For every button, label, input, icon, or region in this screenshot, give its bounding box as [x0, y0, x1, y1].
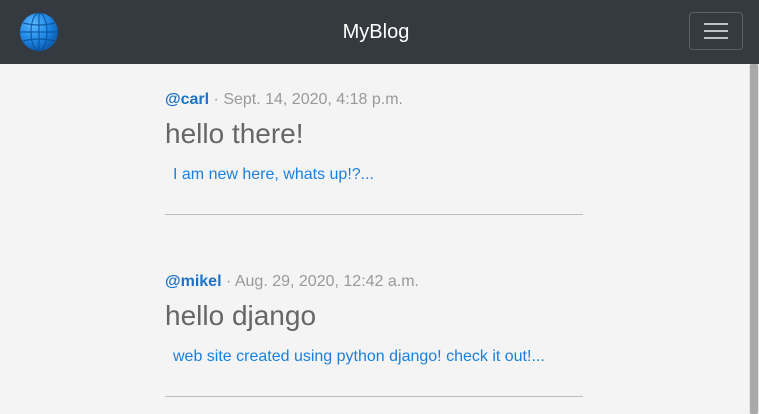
scrollbar[interactable] [749, 64, 759, 414]
post-date: Sept. 14, 2020, 4:18 p.m. [223, 91, 403, 108]
post-excerpt-link[interactable]: I am new here, whats up!?... [165, 165, 583, 185]
meta-separator: · [225, 273, 235, 290]
post-meta: @mikel · Aug. 29, 2020, 12:42 a.m. [165, 272, 583, 292]
post-title: hello django [165, 300, 317, 331]
hamburger-menu-icon [704, 23, 728, 39]
post-excerpt-link[interactable]: web site created using python django! ch… [165, 347, 583, 367]
navbar: MyBlog [0, 0, 759, 64]
post-date: Aug. 29, 2020, 12:42 a.m. [234, 273, 419, 290]
meta-separator: · [213, 91, 224, 108]
post-divider [165, 396, 583, 397]
post-divider [165, 214, 583, 215]
post-item: @carl · Sept. 14, 2020, 4:18 p.m. hello … [165, 90, 583, 215]
scrollbar-thumb[interactable] [750, 64, 758, 414]
menu-toggle-button[interactable] [689, 12, 743, 50]
post-title: hello there! [165, 118, 304, 149]
post-author-link[interactable]: @carl [165, 91, 209, 108]
site-title[interactable]: MyBlog [0, 0, 752, 64]
post-meta: @carl · Sept. 14, 2020, 4:18 p.m. [165, 90, 583, 110]
post-author-link[interactable]: @mikel [165, 273, 222, 290]
post-item: @mikel · Aug. 29, 2020, 12:42 a.m. hello… [165, 272, 583, 397]
